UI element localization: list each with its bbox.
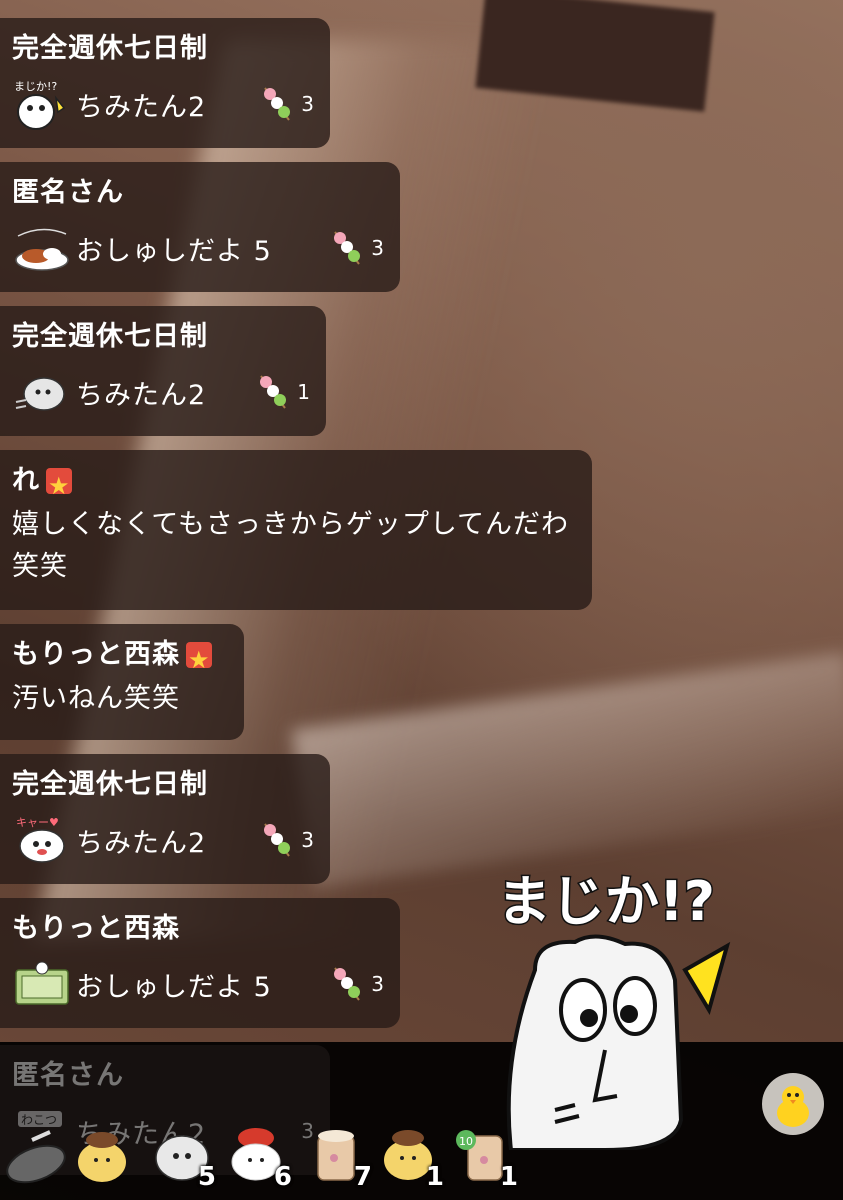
comment-item[interactable]: もりっと西森 汚いねん笑笑: [0, 624, 244, 740]
star-badge-icon: [46, 467, 72, 505]
gift-count: 1: [297, 380, 310, 404]
comment-text: 汚いねん笑笑: [12, 683, 180, 714]
dango-icon: [264, 823, 291, 857]
dango-icon: [334, 967, 361, 1001]
comment-username: 匿名さん: [12, 1060, 124, 1091]
money-sticker-icon: [15, 961, 69, 1005]
comment-item[interactable]: 匿名さん おしゅしだよ 5 3: [0, 162, 400, 292]
curry-sticker-icon: [15, 228, 69, 271]
gift-count: 3: [301, 92, 314, 116]
comment-username: 匿名さん: [12, 177, 124, 208]
majika-big-sticker: まじか!?: [496, 869, 731, 1150]
gift-name: おしゅしだよ 5: [76, 235, 272, 267]
gift-row: おしゅしだよ 5 3: [12, 956, 384, 1012]
purin-gift-button[interactable]: [70, 1110, 140, 1190]
dango-icon: [260, 375, 287, 409]
comment-item[interactable]: 完全週休七日制 ちみたん2 1: [0, 306, 326, 436]
comment-username: もりっと西森: [12, 639, 180, 670]
comment-username: 完全週休七日制: [12, 769, 208, 800]
chimitan-sticker-icon: [15, 377, 65, 411]
gift-row: おしゅしだよ 5 3: [12, 220, 384, 276]
gift-row: ちみたん2 1: [12, 364, 310, 420]
comment-item[interactable]: 完全週休七日制 キャー♥ ちみたん2 3: [0, 754, 330, 884]
sushi-gift-button[interactable]: 6: [224, 1110, 294, 1192]
kyaa-sticker-icon: キャー♥: [16, 816, 65, 863]
comment-item[interactable]: れ 嬉しくなくてもさっきからゲップしてんだわ笑笑: [0, 450, 592, 610]
comment-username: もりっと西森: [12, 913, 180, 944]
gift-count: 3: [301, 828, 314, 852]
purin2-gift-button[interactable]: 1: [376, 1110, 446, 1192]
gift-row: キャー♥ ちみたん2 3: [12, 812, 314, 868]
gift-count: 3: [371, 972, 384, 996]
comment-item[interactable]: もりっと西森 おしゅしだよ 5 3: [0, 898, 400, 1028]
dango-icon: [264, 87, 291, 121]
svg-text:キャー♥: キャー♥: [16, 816, 59, 829]
comment-header: もりっと西森: [12, 636, 228, 679]
gift-row: まじか!? ちみたん2 3: [12, 76, 314, 132]
gift-name: ちみたん2: [76, 827, 207, 859]
big-sticker-text: まじか!?: [497, 870, 715, 933]
pompompurin-icon: [78, 1132, 126, 1182]
ten-cup-gift-button[interactable]: 10 1: [450, 1110, 520, 1192]
gift-tray: 5 6 7 1 10 1: [0, 1110, 843, 1200]
dango-icon: [334, 231, 361, 265]
comment-username: れ: [12, 465, 40, 496]
svg-text:まじか!?: まじか!?: [14, 80, 57, 93]
gift-name: ちみたん2: [76, 379, 207, 411]
gift-name: ちみたん2: [76, 91, 207, 123]
cup-gift-button[interactable]: 7: [304, 1110, 374, 1192]
comment-header: れ: [12, 462, 576, 505]
gift-name: おしゅしだよ 5: [76, 971, 272, 1003]
wakotsu-gift-button[interactable]: [2, 1110, 72, 1190]
comment-username: 完全週休七日制: [12, 33, 208, 64]
comment-username: 完全週休七日制: [12, 321, 208, 352]
star-badge-icon: [186, 641, 212, 679]
comment-item[interactable]: 完全週休七日制 まじか!? ちみたん2 3: [0, 18, 330, 148]
gift-count: 3: [371, 236, 384, 260]
comment-text: 嬉しくなくてもさっきからゲップしてんだわ笑笑: [12, 509, 570, 582]
wakotsu-icon: [6, 1130, 66, 1184]
svg-text:10: 10: [459, 1135, 473, 1148]
chimitan-gift-button[interactable]: 5: [148, 1110, 218, 1192]
majika-sticker-icon: まじか!?: [14, 80, 66, 130]
